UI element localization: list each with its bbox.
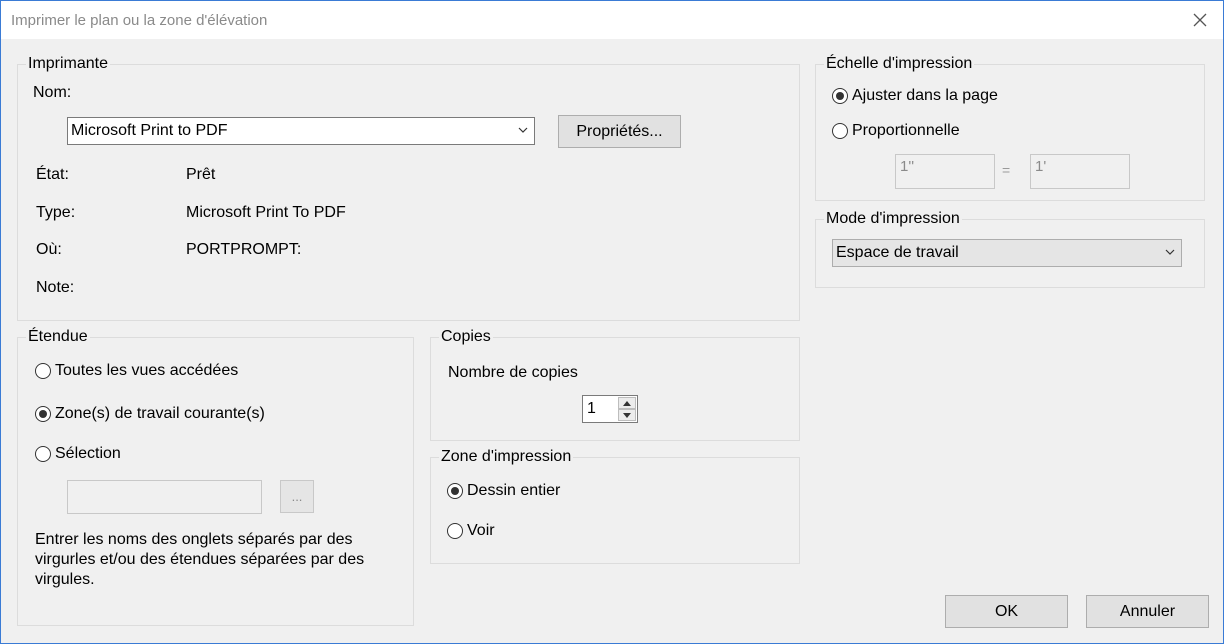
printer-name-label: Nom: bbox=[33, 84, 72, 101]
range-help-text: Entrer les noms des onglets séparés par … bbox=[35, 531, 365, 588]
copies-count-stepper[interactable]: 1 bbox=[582, 395, 638, 423]
close-button[interactable] bbox=[1185, 7, 1215, 33]
current-zones-label: Zone(s) de travail courante(s) bbox=[55, 405, 265, 422]
state-label: État: bbox=[36, 166, 69, 183]
type-value: Microsoft Print To PDF bbox=[186, 204, 346, 221]
chevron-down-icon bbox=[518, 127, 528, 133]
print-dialog: Imprimer le plan ou la zone d'élévation … bbox=[0, 0, 1224, 644]
type-label: Type: bbox=[36, 204, 76, 221]
printer-legend: Imprimante bbox=[26, 54, 111, 74]
ok-button[interactable]: OK bbox=[945, 595, 1068, 628]
proportional-radio[interactable]: Proportionnelle bbox=[832, 122, 960, 140]
chevron-down-icon bbox=[1165, 249, 1175, 255]
properties-button[interactable]: Propriétés... bbox=[558, 115, 681, 148]
printer-name-value: Microsoft Print to PDF bbox=[71, 122, 228, 139]
copies-group: Copies bbox=[430, 327, 800, 441]
copies-count-value: 1 bbox=[587, 400, 596, 417]
print-mode-value: Espace de travail bbox=[836, 244, 959, 261]
selection-radio[interactable]: Sélection bbox=[35, 445, 121, 463]
browse-button[interactable]: ... bbox=[280, 480, 314, 513]
view-radio[interactable]: Voir bbox=[447, 522, 495, 540]
title-bar: Imprimer le plan ou la zone d'élévation bbox=[1, 1, 1223, 39]
where-value: PORTPROMPT: bbox=[186, 241, 302, 258]
view-label: Voir bbox=[467, 522, 495, 539]
scale-left-input[interactable]: 1'' bbox=[895, 154, 995, 189]
state-value: Prêt bbox=[186, 166, 216, 183]
radio-checked-icon bbox=[35, 406, 51, 422]
scale-legend: Échelle d'impression bbox=[824, 54, 975, 74]
scale-equals: = bbox=[1002, 162, 1011, 178]
range-legend: Étendue bbox=[26, 327, 90, 347]
print-mode-select[interactable]: Espace de travail bbox=[832, 239, 1182, 267]
copies-decrement-button[interactable] bbox=[618, 409, 636, 421]
print-zone-legend: Zone d'impression bbox=[439, 447, 574, 467]
proportional-label: Proportionnelle bbox=[852, 122, 960, 139]
fit-page-radio[interactable]: Ajuster dans la page bbox=[832, 87, 998, 105]
all-views-radio[interactable]: Toutes les vues accédées bbox=[35, 362, 238, 380]
copies-count-label: Nombre de copies bbox=[448, 364, 578, 381]
fit-page-label: Ajuster dans la page bbox=[852, 87, 998, 104]
copies-legend: Copies bbox=[439, 327, 493, 347]
mode-legend: Mode d'impression bbox=[824, 209, 962, 229]
selection-label: Sélection bbox=[55, 445, 121, 462]
close-icon bbox=[1193, 13, 1207, 27]
whole-drawing-label: Dessin entier bbox=[467, 482, 561, 499]
radio-checked-icon bbox=[832, 88, 848, 104]
radio-unchecked-icon bbox=[832, 123, 848, 139]
where-label: Où: bbox=[36, 241, 62, 258]
print-zone-group: Zone d'impression bbox=[430, 447, 800, 564]
cancel-button[interactable]: Annuler bbox=[1086, 595, 1209, 628]
triangle-down-icon bbox=[623, 412, 631, 418]
all-views-label: Toutes les vues accédées bbox=[55, 362, 239, 379]
radio-unchecked-icon bbox=[35, 363, 51, 379]
printer-name-select[interactable]: Microsoft Print to PDF bbox=[67, 117, 535, 145]
whole-drawing-radio[interactable]: Dessin entier bbox=[447, 482, 560, 500]
radio-checked-icon bbox=[447, 483, 463, 499]
current-zones-radio[interactable]: Zone(s) de travail courante(s) bbox=[35, 405, 265, 423]
copies-increment-button[interactable] bbox=[618, 397, 636, 409]
radio-unchecked-icon bbox=[35, 446, 51, 462]
window-title: Imprimer le plan ou la zone d'élévation bbox=[11, 12, 268, 29]
printer-group: Imprimante bbox=[17, 54, 800, 321]
triangle-up-icon bbox=[623, 400, 631, 406]
radio-unchecked-icon bbox=[447, 523, 463, 539]
scale-right-input[interactable]: 1' bbox=[1030, 154, 1130, 189]
note-label: Note: bbox=[36, 279, 75, 296]
selection-input[interactable] bbox=[67, 480, 262, 514]
